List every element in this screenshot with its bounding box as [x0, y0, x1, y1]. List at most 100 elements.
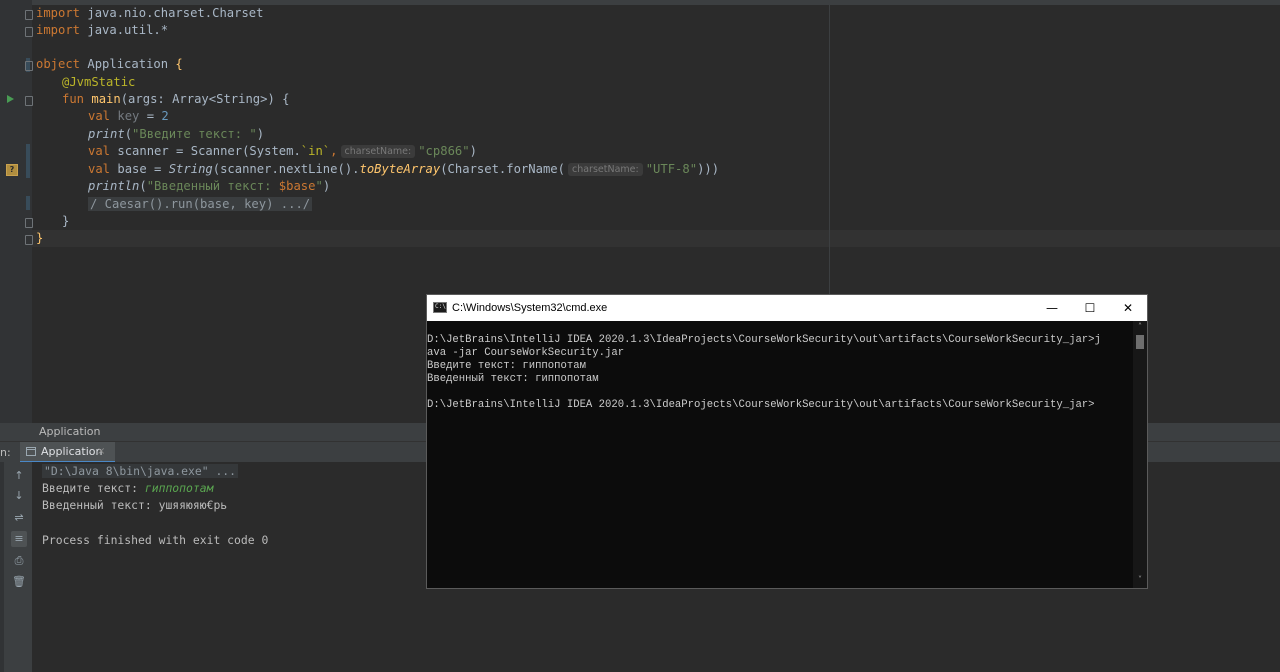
cmd-scrollbar[interactable]: ˄ ˅ [1133, 321, 1147, 588]
template-expression: $base [278, 179, 316, 193]
console-exit-line: Process finished with exit code 0 [42, 533, 269, 547]
code-text: (Charset.forName( [440, 162, 565, 176]
code-text: Application [80, 57, 176, 71]
change-marker [26, 144, 30, 178]
close-tab-icon[interactable]: × [97, 442, 105, 462]
function-call: String [168, 162, 213, 176]
minimize-icon[interactable]: — [1033, 295, 1071, 321]
code-text: = [139, 109, 162, 123]
cmd-line: ava -jar CourseWorkSecurity.jar [427, 347, 625, 359]
function-name: main [91, 92, 121, 106]
scroll-up-icon[interactable]: ↑ [11, 468, 27, 484]
fold-icon[interactable] [25, 218, 33, 228]
soft-wrap-icon[interactable]: ⇌ [11, 510, 27, 526]
code-line: val key = 2 [88, 108, 169, 125]
run-label: n: [0, 446, 11, 459]
left-tool-strip [0, 462, 4, 672]
console-output-line: Введенный текст: ушяяюяю€рь [42, 498, 228, 512]
scroll-down-arrow-icon[interactable]: ˅ [1133, 574, 1147, 586]
keyword: fun [62, 92, 85, 106]
code-line: / Caesar().run(base, key) .../ [88, 196, 313, 213]
scroll-up-arrow-icon[interactable]: ˄ [1133, 321, 1147, 333]
scroll-to-end-icon[interactable]: ≡ [11, 531, 27, 547]
current-line-highlight [32, 230, 1280, 247]
run-toolbar: ↑ ↓ ⇌ ≡ ⎙ 🗑 [0, 462, 32, 672]
fold-icon[interactable] [25, 96, 33, 106]
tab-application[interactable]: Application × [20, 442, 115, 463]
cmd-line: D:\JetBrains\IntelliJ IDEA 2020.1.3\Idea… [427, 334, 1101, 346]
console-command[interactable]: "D:\Java 8\bin\java.exe" ... [42, 464, 239, 478]
unused-variable: key [110, 109, 140, 123]
cmd-console-output[interactable]: D:\JetBrains\IntelliJ IDEA 2020.1.3\Idea… [427, 321, 1133, 588]
scrollbar-thumb[interactable] [1136, 335, 1144, 349]
console-user-input: гиппопотам [144, 481, 214, 495]
string-literal: " [315, 179, 323, 193]
brace: } [36, 231, 44, 245]
tool-window-title: Application [39, 425, 101, 438]
keyword: val [88, 109, 111, 123]
keyword: import [36, 23, 81, 37]
cmd-icon: C:\ [433, 302, 447, 313]
tab-label: Application [41, 445, 103, 458]
code-line: } [36, 230, 43, 247]
string-literal: "cp866" [418, 144, 470, 158]
fold-icon[interactable] [25, 235, 33, 245]
string-literal: "UTF-8" [645, 162, 698, 176]
console-tab-icon [26, 447, 36, 456]
console-prompt-line: Введите текст: гиппопотам [42, 480, 213, 497]
brace: { [175, 57, 183, 71]
number-literal: 2 [161, 109, 169, 123]
code-line: val base = String(scanner.nextLine().toB… [88, 161, 719, 178]
cmd-window[interactable]: C:\ C:\Windows\System32\cmd.exe — ☐ ✕ D:… [426, 294, 1148, 589]
code-line: val scanner = Scanner(System.`in`, charse… [88, 143, 477, 160]
code-text: java.nio.charset.Charset [80, 6, 264, 20]
parameter-hint: charsetName: [567, 163, 643, 176]
code-line: println("Введенный текст: $base") [88, 178, 330, 195]
close-icon[interactable]: ✕ [1109, 295, 1147, 321]
code-line: import java.nio.charset.Charset [36, 5, 263, 22]
code-text: , [330, 144, 338, 158]
string-literal: "Введите текст: " [132, 127, 257, 141]
code-text: base = [110, 162, 169, 176]
code-line: fun main(args: Array<String>) { [62, 91, 289, 108]
maximize-icon[interactable]: ☐ [1071, 295, 1109, 321]
field-reference: `in` [300, 144, 331, 158]
code-text: ) [322, 179, 331, 193]
code-line: object Application { [36, 56, 183, 73]
question-mark-icon[interactable]: ? [6, 164, 18, 176]
code-text: (scanner.nextLine(). [212, 162, 360, 176]
keyword: val [88, 162, 111, 176]
run-gutter-icon[interactable] [7, 95, 14, 103]
code-line: @JvmStatic [62, 74, 135, 91]
cmd-line: Введенный текст: гиппопотам [427, 373, 599, 385]
fold-icon[interactable] [25, 10, 33, 20]
code-line: } [62, 213, 69, 230]
code-text: ) [469, 144, 477, 158]
console-prompt: Введите текст: [42, 481, 145, 495]
parameter-hint: charsetName: [340, 145, 416, 158]
fold-icon[interactable] [25, 27, 33, 37]
function-call: println [88, 179, 140, 193]
scroll-down-icon[interactable]: ↓ [11, 488, 27, 504]
code-text: ( [139, 179, 147, 193]
cmd-line: Введите текст: гиппопотам [427, 360, 586, 372]
keyword: import [36, 6, 81, 20]
code-text: (args: Array<String>) { [120, 92, 290, 106]
function-call: print [88, 127, 125, 141]
code-text: ))) [697, 162, 720, 176]
keyword: object [36, 57, 81, 71]
cmd-line: D:\JetBrains\IntelliJ IDEA 2020.1.3\Idea… [427, 399, 1095, 411]
code-text: ) [256, 127, 265, 141]
trash-icon[interactable]: 🗑 [11, 574, 27, 590]
cmd-window-title: C:\Windows\System32\cmd.exe [452, 302, 608, 314]
print-icon[interactable]: ⎙ [11, 553, 27, 569]
console-command-line: "D:\Java 8\bin\java.exe" ... [42, 463, 239, 480]
extension-call: toByteArray [359, 162, 441, 176]
folded-comment[interactable]: / Caesar().run(base, key) .../ [88, 197, 313, 211]
code-text: scanner = Scanner(System. [110, 144, 301, 158]
code-text: ( [124, 127, 133, 141]
keyword: val [88, 144, 111, 158]
change-marker [26, 196, 30, 210]
fold-icon[interactable] [25, 61, 33, 71]
cmd-title-bar[interactable]: C:\ C:\Windows\System32\cmd.exe — ☐ ✕ [427, 295, 1147, 321]
